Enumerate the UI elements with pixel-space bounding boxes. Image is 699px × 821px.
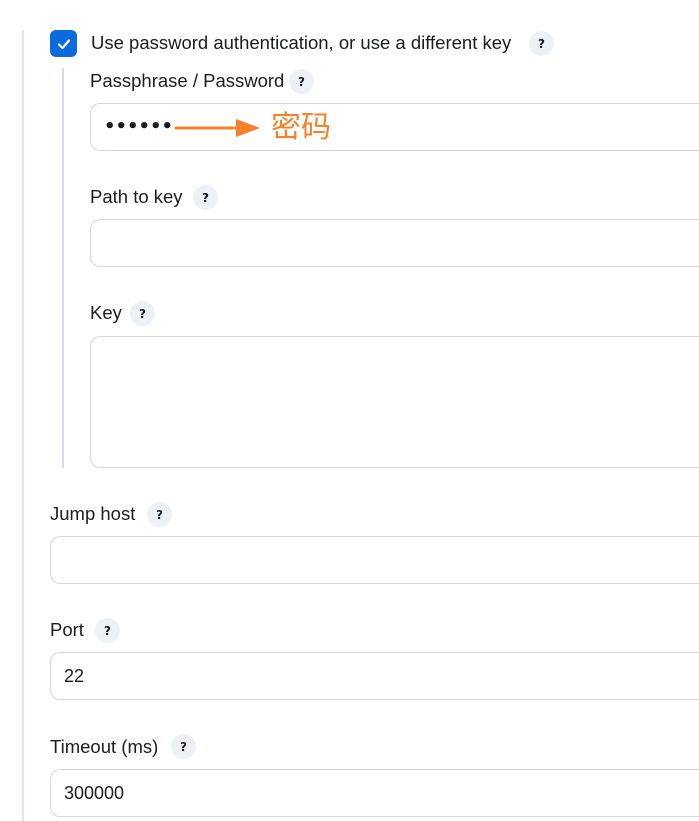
section-divider — [22, 30, 24, 821]
passphrase-help-icon[interactable]: ? — [289, 69, 314, 94]
checkmark-icon — [57, 38, 70, 49]
port-label: Port — [50, 619, 84, 640]
arrow-right-icon — [174, 119, 260, 137]
port-input[interactable]: 22 — [50, 652, 699, 700]
path-to-key-input[interactable] — [90, 219, 699, 267]
jump-host-input[interactable] — [50, 536, 699, 584]
timeout-label: Timeout (ms) — [50, 736, 159, 757]
timeout-input[interactable]: 300000 — [50, 769, 699, 817]
port-help-icon[interactable]: ? — [95, 618, 120, 643]
key-label: Key — [90, 302, 122, 323]
path-to-key-label: Path to key — [90, 186, 183, 207]
path-to-key-help-icon[interactable]: ? — [193, 185, 218, 210]
passphrase-label: Passphrase / Password — [90, 70, 285, 91]
timeout-help-icon[interactable]: ? — [171, 734, 196, 759]
ssh-settings-form: Use password authentication, or use a di… — [0, 0, 699, 821]
key-textarea[interactable] — [90, 336, 699, 468]
password-auth-label[interactable]: Use password authentication, or use a di… — [91, 31, 511, 55]
key-help-icon[interactable]: ? — [130, 301, 155, 326]
jump-host-label: Jump host — [50, 503, 136, 524]
password-annotation: 密码 — [271, 110, 331, 145]
nested-section-divider — [62, 68, 64, 468]
password-auth-checkbox[interactable] — [50, 30, 77, 57]
password-auth-help-icon[interactable]: ? — [529, 31, 554, 56]
jump-host-help-icon[interactable]: ? — [147, 502, 172, 527]
passphrase-masked-value: •••••• — [104, 116, 174, 137]
